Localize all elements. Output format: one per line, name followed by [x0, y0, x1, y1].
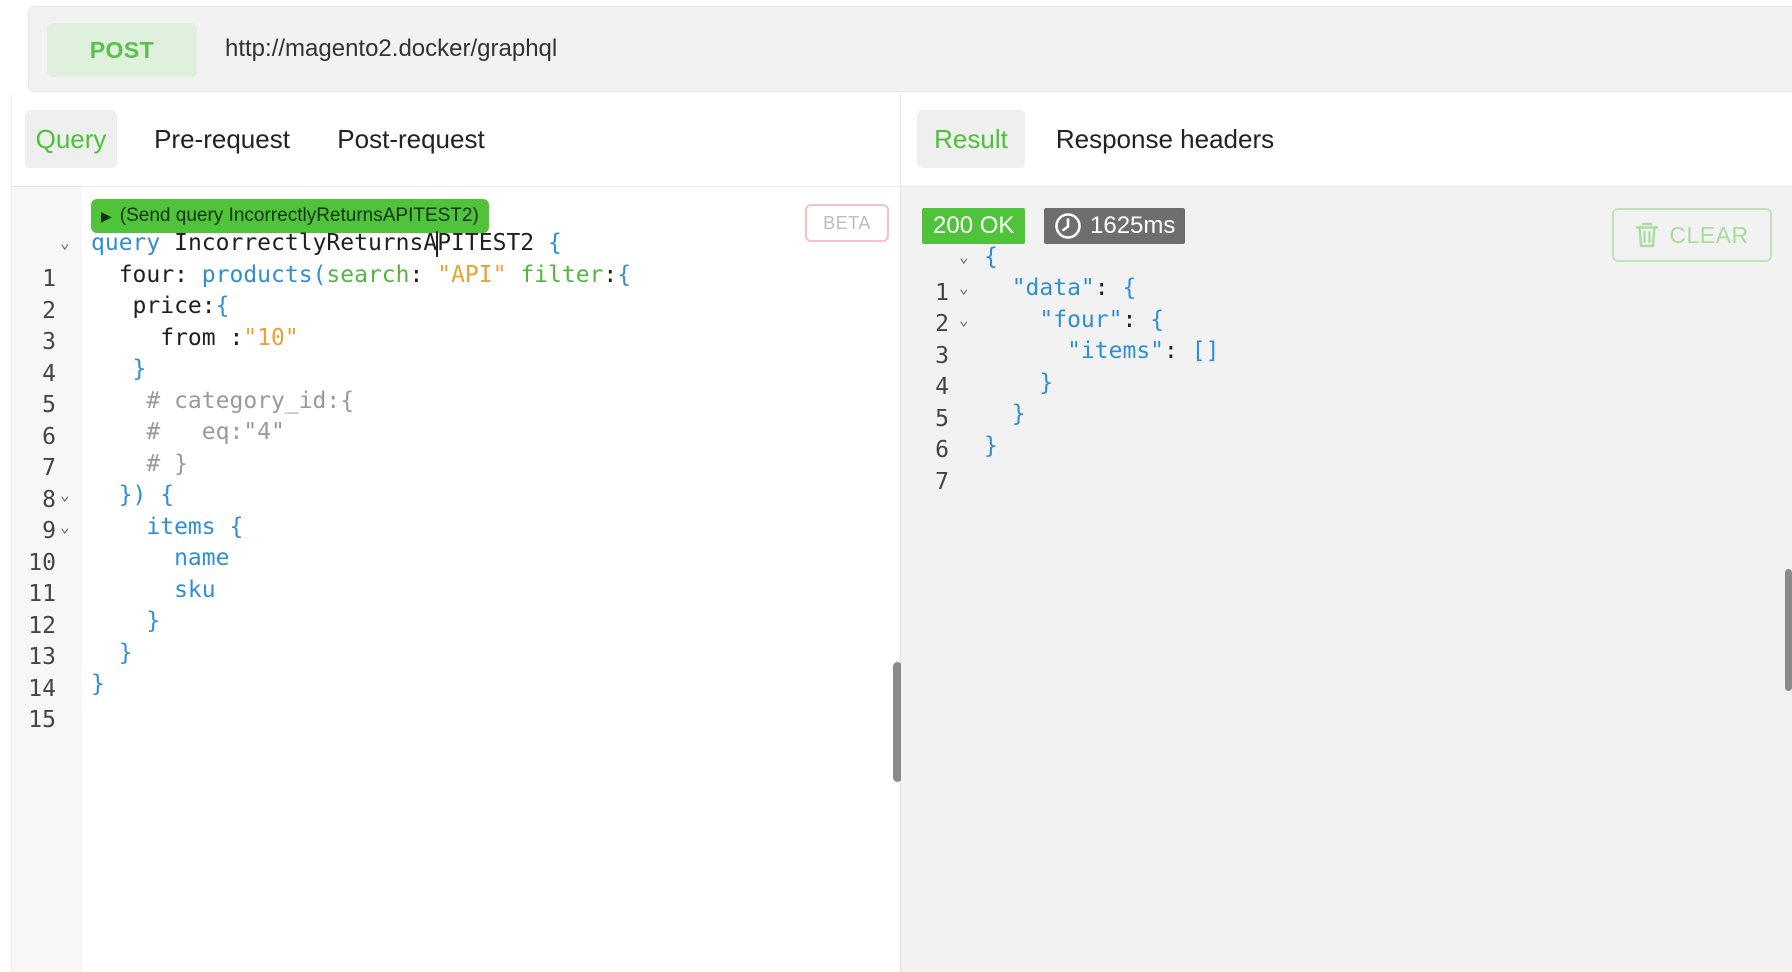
code-line: 13 }: [12, 603, 892, 670]
response-time: 1625ms: [1090, 212, 1176, 239]
query-tabs: Query Pre-request Post-request: [12, 94, 900, 187]
query-panel: Query Pre-request Post-request ▶ (Send q…: [11, 94, 902, 972]
play-icon: ▶: [101, 207, 112, 224]
token-comment: # eq:"4": [91, 419, 285, 445]
code-line: 5 }: [12, 351, 892, 418]
token-argument: search: [326, 262, 410, 288]
request-bar: POST: [28, 6, 1792, 92]
token-key: "data": [984, 275, 1095, 301]
token-brace: {: [534, 230, 562, 256]
result-line: 7 }: [915, 428, 1775, 495]
token-colon: :: [229, 325, 244, 351]
token-brace: }: [91, 640, 133, 666]
tab-post-request[interactable]: Post-request: [326, 110, 496, 168]
token-argument: filter: [506, 262, 604, 288]
token-field: price: [91, 293, 202, 319]
tab-result[interactable]: Result: [917, 110, 1025, 168]
token-key: "four": [984, 307, 1123, 333]
token-brace: }: [91, 671, 105, 697]
token-brace: {: [1150, 307, 1165, 333]
token-brace: }: [91, 356, 147, 382]
token-colon: :: [174, 262, 202, 288]
token-array: []: [1191, 338, 1220, 364]
code-line: 1 ⌄ query IncorrectlyReturnsAPITEST2 {: [12, 225, 892, 292]
clock-icon: [1055, 213, 1081, 239]
result-scrollbar[interactable]: [1785, 569, 1792, 691]
tab-pre-request[interactable]: Pre-request: [144, 110, 300, 168]
token-brace: }) {: [91, 482, 175, 508]
token-colon: :: [1094, 275, 1123, 301]
token-colon: :: [603, 262, 618, 288]
token-comment: # }: [91, 451, 188, 477]
token-colon: :: [1122, 307, 1151, 333]
code-line: 7 # eq:"4": [12, 414, 892, 481]
token-colon: :: [201, 293, 216, 319]
token-brace: {: [1122, 275, 1137, 301]
token-string: "API": [437, 262, 507, 288]
send-query-label: (Send query IncorrectlyReturnsAPITEST2): [119, 205, 479, 226]
token-brace: }: [91, 608, 161, 634]
token-brace: {: [984, 244, 998, 270]
code-line: 11 name: [12, 540, 892, 607]
result-panel: Result Response headers 200 OK 1625ms CL…: [901, 94, 1792, 972]
token-colon: :: [409, 262, 438, 288]
code-line: 9 ⌄ }) {: [12, 477, 892, 544]
graphql-client: POST Query Pre-request Post-request ▶ (S…: [0, 0, 1792, 972]
result-line: 2 ⌄ "data": {: [915, 270, 1775, 337]
chevron-down-icon[interactable]: ⌄: [60, 477, 70, 513]
token-field: name: [91, 545, 230, 571]
token-field: items {: [91, 514, 244, 540]
token-operation-name: IncorrectlyReturnsA: [160, 230, 438, 256]
token-brace: }: [984, 370, 1054, 396]
code-line: 15 }: [12, 666, 892, 733]
token-comment: # category_id:{: [91, 388, 355, 414]
token-operation-name-rest: PITEST2: [437, 230, 535, 256]
token-field: sku: [91, 577, 216, 603]
result-line: 6 }: [915, 396, 1775, 463]
method-select[interactable]: POST: [47, 23, 197, 77]
token-string: "10": [243, 325, 299, 351]
token-keyword: query: [91, 230, 161, 256]
token-alias: four: [91, 262, 175, 288]
line-number: 7: [935, 469, 949, 495]
chevron-down-icon[interactable]: ⌄: [959, 270, 969, 306]
result-line: 4 "items": []: [915, 333, 1775, 400]
query-editor[interactable]: ▶ (Send query IncorrectlyReturnsAPITEST2…: [12, 187, 902, 972]
tab-query[interactable]: Query: [25, 110, 117, 168]
chevron-down-icon[interactable]: ⌄: [60, 225, 70, 261]
token-key: "items": [984, 338, 1165, 364]
token-field: products(: [201, 262, 327, 288]
token-brace: }: [984, 433, 998, 459]
token-brace: {: [617, 262, 632, 288]
line-number: 15: [28, 707, 56, 733]
tab-response-headers[interactable]: Response headers: [1051, 110, 1279, 168]
token-field: from: [91, 325, 230, 351]
url-input[interactable]: [213, 21, 1792, 77]
token-brace: }: [984, 401, 1026, 427]
token-brace: {: [215, 293, 230, 319]
code-line: 3 price:{: [12, 288, 892, 355]
token-colon: :: [1164, 338, 1192, 364]
result-tabs: Result Response headers: [901, 94, 1792, 187]
